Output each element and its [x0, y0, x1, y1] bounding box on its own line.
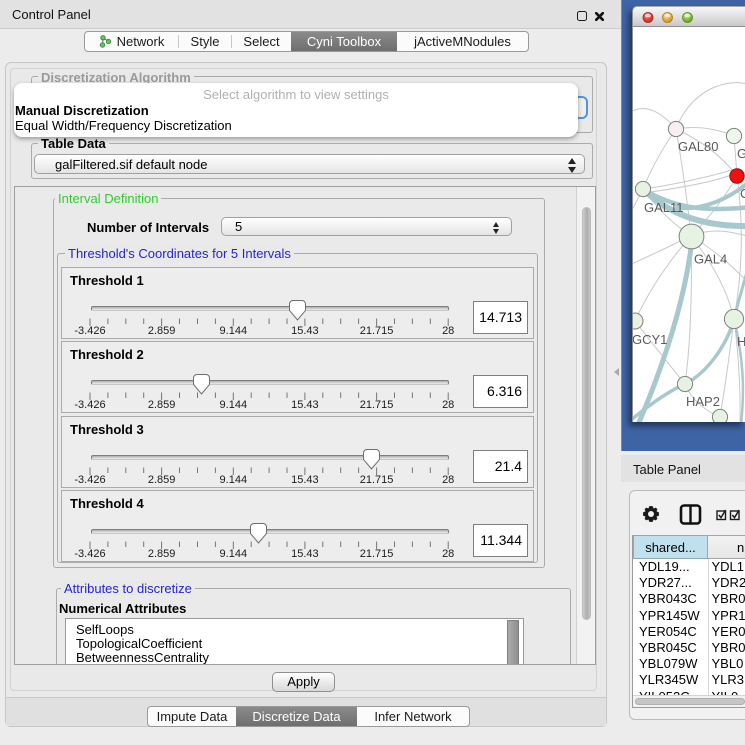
svg-text:GAL4: GAL4 [694, 252, 727, 267]
svg-text:GCY1: GCY1 [633, 332, 667, 347]
svg-text:GAL80: GAL80 [678, 139, 718, 154]
svg-text:C: C [740, 186, 745, 201]
svg-text:GA: GA [737, 146, 745, 161]
svg-text:GAL11: GAL11 [644, 200, 684, 215]
svg-text:HA: HA [737, 334, 745, 349]
svg-text:HAP2: HAP2 [686, 394, 720, 409]
